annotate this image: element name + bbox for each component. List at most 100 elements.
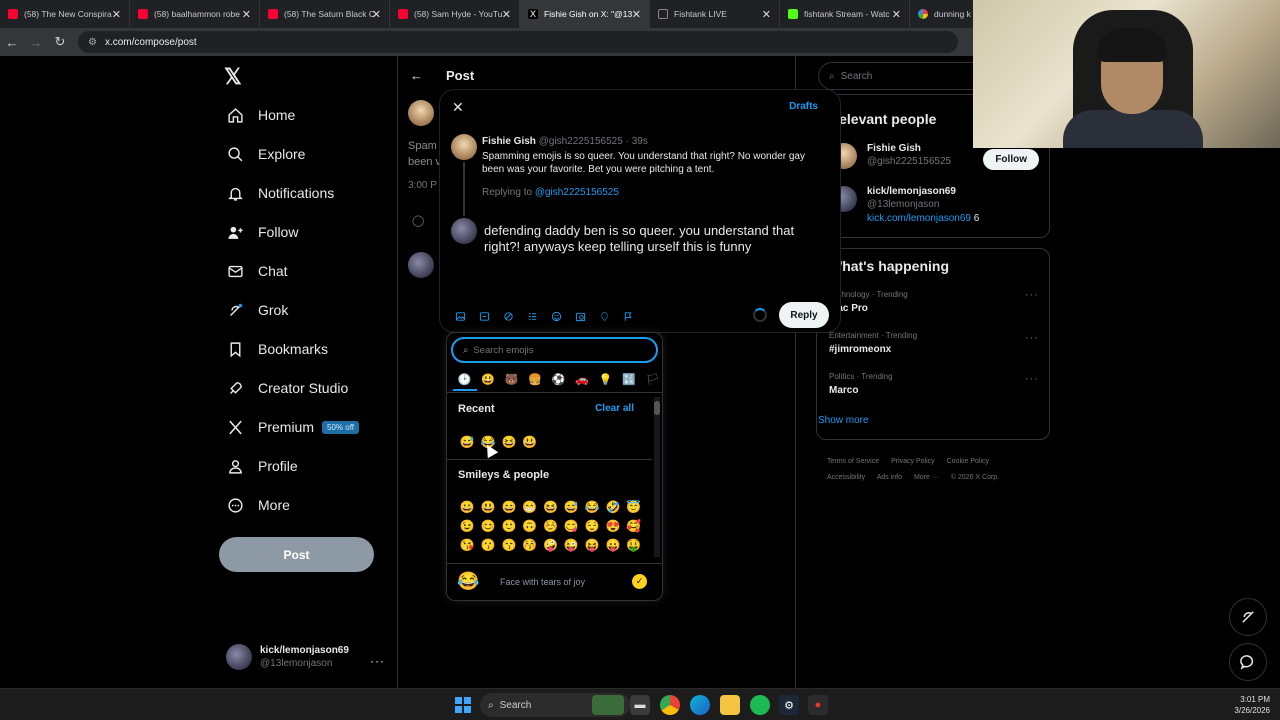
widgets-icon[interactable] <box>592 695 624 715</box>
close-icon[interactable]: ✕ <box>452 99 464 116</box>
task-view-icon[interactable]: ▬ <box>630 695 650 715</box>
chrome-icon[interactable] <box>660 695 680 715</box>
emoji[interactable]: 🥰 <box>623 517 644 535</box>
steam-icon[interactable]: ⚙ <box>779 695 799 715</box>
symbols-category-icon[interactable]: 🔣 <box>618 373 642 389</box>
close-icon[interactable]: ✕ <box>892 8 901 21</box>
person-item[interactable]: Fishie Gish @gish2225156525 <box>831 143 951 169</box>
emoji[interactable]: 😇 <box>623 498 644 516</box>
sidebar-item-explore[interactable]: Explore <box>226 145 305 163</box>
footer-link[interactable]: Ads info <box>877 474 902 481</box>
emoji[interactable]: 😆 <box>499 433 520 451</box>
activity-category-icon[interactable]: ⚽ <box>547 373 571 389</box>
more-options-icon[interactable]: ··· <box>1025 289 1039 301</box>
grok-icon[interactable] <box>500 308 516 324</box>
animals-category-icon[interactable]: 🐻 <box>500 373 524 389</box>
emoji-scrollbar[interactable] <box>654 397 660 557</box>
emoji[interactable]: 😙 <box>499 536 520 554</box>
emoji[interactable]: 😘 <box>457 536 478 554</box>
replying-handle-link[interactable]: @gish2225156525 <box>535 187 619 198</box>
reply-icon[interactable]: ◯ <box>412 214 424 227</box>
footer-link[interactable]: More ··· <box>914 474 939 481</box>
trend-item[interactable]: Technology · Trending Mac Pro <box>829 290 908 314</box>
drafts-button[interactable]: Drafts <box>789 101 818 112</box>
emoji[interactable]: 😀 <box>457 498 478 516</box>
more-options-icon[interactable]: ··· <box>1025 332 1039 344</box>
footer-link[interactable]: Accessibility <box>827 474 865 481</box>
emoji[interactable]: 😆 <box>540 498 561 516</box>
footer-link[interactable]: Privacy Policy <box>891 458 935 465</box>
recent-category-icon[interactable]: 🕑 <box>453 373 477 391</box>
more-options-icon[interactable]: ··· <box>370 654 385 668</box>
emoji[interactable]: 😗 <box>478 536 499 554</box>
close-icon[interactable]: ✕ <box>502 8 511 21</box>
emoji[interactable]: 😃 <box>519 433 540 451</box>
clear-all-button[interactable]: Clear all <box>595 403 634 414</box>
browser-tab[interactable]: (58) Sam Hyde - YouTu ✕ <box>390 0 520 28</box>
objects-category-icon[interactable]: 💡 <box>594 373 618 389</box>
footer-link[interactable]: Cookie Policy <box>947 458 989 465</box>
browser-tab[interactable]: Fishtank LIVE ✕ <box>650 0 780 28</box>
emoji[interactable]: 😄 <box>499 498 520 516</box>
sidebar-item-profile[interactable]: Profile <box>226 457 298 475</box>
app-icon[interactable]: ● <box>808 695 828 715</box>
browser-tab[interactable]: (58) baalhammon robe ✕ <box>130 0 260 28</box>
emoji[interactable]: 😉 <box>457 517 478 535</box>
flag-icon[interactable] <box>620 308 636 324</box>
poll-icon[interactable] <box>524 308 540 324</box>
chat-bubble-icon[interactable] <box>1229 643 1267 681</box>
sidebar-item-premium[interactable]: Premium 50% off <box>226 418 359 436</box>
emoji[interactable]: 🤪 <box>540 536 561 554</box>
sidebar-item-home[interactable]: Home <box>226 106 295 124</box>
sidebar-item-follow[interactable]: Follow <box>226 223 298 241</box>
browser-tab[interactable]: (58) The New Conspira ✕ <box>0 0 130 28</box>
sidebar-item-grok[interactable]: Grok <box>226 301 288 319</box>
food-category-icon[interactable]: 🍔 <box>524 373 548 389</box>
schedule-icon[interactable] <box>572 308 588 324</box>
back-arrow-icon[interactable]: ← <box>410 68 423 83</box>
back-icon[interactable]: ← <box>0 35 24 50</box>
emoji[interactable]: 😛 <box>603 536 624 554</box>
reload-icon[interactable]: ↻ <box>48 34 72 50</box>
emoji[interactable]: 🙃 <box>519 517 540 535</box>
file-explorer-icon[interactable] <box>720 695 740 715</box>
trend-item[interactable]: Politics · Trending Marco <box>829 372 893 396</box>
close-icon[interactable]: ✕ <box>242 8 251 21</box>
skin-tone-icon[interactable]: ✓ <box>632 574 647 589</box>
emoji[interactable]: 😌 <box>582 517 603 535</box>
emoji[interactable]: 🙂 <box>499 517 520 535</box>
close-icon[interactable]: ✕ <box>112 8 121 21</box>
emoji[interactable]: 😝 <box>582 536 603 554</box>
account-switcher[interactable]: kick/lemonjason69 @13lemonjason <box>226 644 349 670</box>
trend-item[interactable]: Entertainment · Trending #jimromeonx <box>829 331 917 355</box>
reply-button[interactable]: Reply <box>779 302 829 328</box>
flags-category-icon[interactable]: 🏳 <box>641 373 665 389</box>
emoji-icon[interactable] <box>548 308 564 324</box>
location-icon[interactable] <box>596 308 612 324</box>
sidebar-item-notifications[interactable]: Notifications <box>226 184 334 202</box>
browser-tab[interactable]: fishtank Stream - Watc ✕ <box>780 0 910 28</box>
edge-icon[interactable] <box>690 695 710 715</box>
follow-button[interactable]: Follow <box>983 149 1039 170</box>
emoji[interactable]: 😜 <box>561 536 582 554</box>
url-input[interactable]: ⚙ x.com/compose/post <box>78 31 958 53</box>
person-item[interactable]: kick/lemonjason69 @13lemonjason kick.com… <box>831 186 979 224</box>
more-options-icon[interactable]: ··· <box>1025 373 1039 385</box>
profile-link[interactable]: kick.com/lemonjason69 <box>867 213 971 224</box>
x-logo[interactable]: 𝕏 <box>224 64 242 90</box>
spotify-icon[interactable] <box>750 695 770 715</box>
close-icon[interactable]: ✕ <box>762 8 771 21</box>
emoji[interactable]: 😍 <box>603 517 624 535</box>
emoji[interactable]: 😅 <box>457 433 478 451</box>
taskbar-clock[interactable]: 3:01 PM 3/26/2026 <box>1234 694 1270 716</box>
show-more-link[interactable]: Show more <box>818 415 869 426</box>
gif-icon[interactable] <box>476 308 492 324</box>
emoji[interactable]: 😚 <box>519 536 540 554</box>
smileys-category-icon[interactable]: 😃 <box>477 373 501 389</box>
reply-textarea[interactable]: defending daddy ben is so queer. you und… <box>484 223 824 255</box>
image-icon[interactable] <box>452 308 468 324</box>
travel-category-icon[interactable]: 🚗 <box>571 373 595 389</box>
emoji[interactable]: 😅 <box>561 498 582 516</box>
windows-start-icon[interactable] <box>455 697 471 713</box>
browser-tab-active[interactable]: X Fishie Gish on X: "@13 ✕ <box>520 0 650 28</box>
